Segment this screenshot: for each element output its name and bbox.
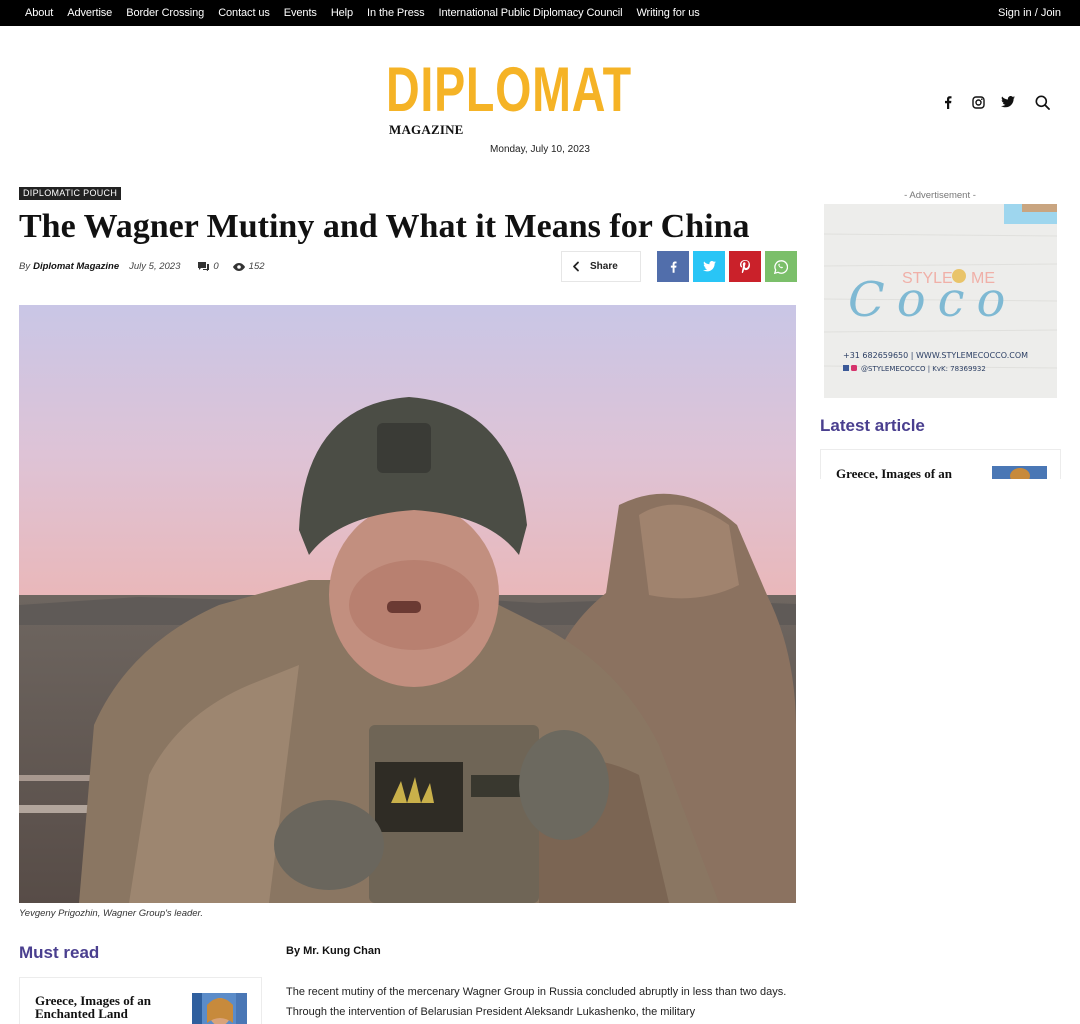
header-date: Monday, July 10, 2023 <box>490 144 590 155</box>
category-badge[interactable]: DIPLOMATIC POUCH <box>19 187 122 200</box>
must-read-card-title[interactable]: Greece, Images of an Enchanted Land <box>35 994 175 1020</box>
comment-icon <box>198 262 210 271</box>
must-read-heading: Must read <box>19 943 100 962</box>
search-icon[interactable] <box>1034 93 1050 111</box>
image-caption: Yevgeny Prigozhin, Wagner Group's leader… <box>19 908 204 919</box>
nav-link-events[interactable]: Events <box>284 7 317 19</box>
nav-link-ipdc[interactable]: International Public Diplomacy Council <box>439 7 623 19</box>
instagram-icon[interactable] <box>970 93 986 111</box>
nav-link-advertise[interactable]: Advertise <box>67 7 112 19</box>
advertisement-label: - Advertisement - <box>904 190 976 201</box>
nav-link-about[interactable]: About <box>25 7 53 19</box>
logo-wordmark: DIPLOMAT <box>386 55 632 125</box>
article-body: The recent mutiny of the mercenary Wagne… <box>286 986 787 1018</box>
sign-in-link[interactable]: Sign in / Join <box>998 0 1061 26</box>
nav-link-border-crossing[interactable]: Border Crossing <box>126 7 204 19</box>
share-whatsapp-button[interactable] <box>765 251 797 282</box>
nav-link-writing-for-us[interactable]: Writing for us <box>636 7 699 19</box>
share-button[interactable]: Share <box>561 251 641 282</box>
header-social-links <box>940 93 1050 111</box>
share-icon <box>562 261 590 272</box>
share-twitter-button[interactable] <box>693 251 725 282</box>
facebook-icon[interactable] <box>940 93 956 111</box>
article-meta: By Diplomat Magazine July 5, 2023 0 152 <box>19 261 265 272</box>
nav-link-in-the-press[interactable]: In the Press <box>367 7 425 19</box>
views-count: 152 <box>232 261 265 272</box>
share-facebook-button[interactable] <box>657 251 689 282</box>
must-read-thumbnail[interactable] <box>192 993 247 1024</box>
top-nav: About Advertise Border Crossing Contact … <box>25 0 700 26</box>
site-logo[interactable]: DIPLOMAT MAGAZINE <box>386 55 631 140</box>
logo-subtitle: MAGAZINE <box>389 122 464 137</box>
latest-article-card-title[interactable]: Greece, Images of an <box>836 466 952 479</box>
ad-contact-line: +31 682659650 | WWW.STYLEMECOCCO.COM <box>843 351 1028 360</box>
share-pinterest-button[interactable] <box>729 251 761 282</box>
author-link[interactable]: Diplomat Magazine <box>33 261 119 272</box>
ad-social-line: @STYLEMECOCCO | KvK: 78369932 <box>861 365 986 373</box>
must-read-card[interactable]: Greece, Images of an Enchanted Land <box>19 977 262 1024</box>
nav-link-help[interactable]: Help <box>331 7 353 19</box>
comments-count[interactable]: 0 <box>198 261 219 272</box>
latest-article-card[interactable]: Greece, Images of an <box>820 449 1061 479</box>
twitter-icon[interactable] <box>1000 93 1016 111</box>
latest-article-heading: Latest article <box>820 416 925 435</box>
ad-brand-script: Coco <box>848 272 1017 328</box>
by-label: By <box>19 261 31 272</box>
article-hero-image <box>19 305 796 903</box>
twitter-icon <box>702 261 716 272</box>
pinterest-icon <box>740 260 750 273</box>
article-title: The Wagner Mutiny and What it Means for … <box>19 208 750 245</box>
eye-icon <box>232 262 245 271</box>
top-bar: About Advertise Border Crossing Contact … <box>0 0 1080 26</box>
facebook-icon <box>670 260 677 273</box>
whatsapp-icon <box>774 259 788 274</box>
latest-article-thumbnail[interactable] <box>992 466 1047 479</box>
article-byline: By Mr. Kung Chan <box>286 945 381 957</box>
comments-value: 0 <box>213 261 219 272</box>
nav-link-contact-us[interactable]: Contact us <box>218 7 270 19</box>
advertisement-banner[interactable]: STYLE ME Coco +31 682659650 | WWW.STYLEM… <box>824 204 1057 398</box>
share-label: Share <box>590 261 618 272</box>
views-value: 152 <box>248 261 265 272</box>
publish-date: July 5, 2023 <box>129 261 181 272</box>
